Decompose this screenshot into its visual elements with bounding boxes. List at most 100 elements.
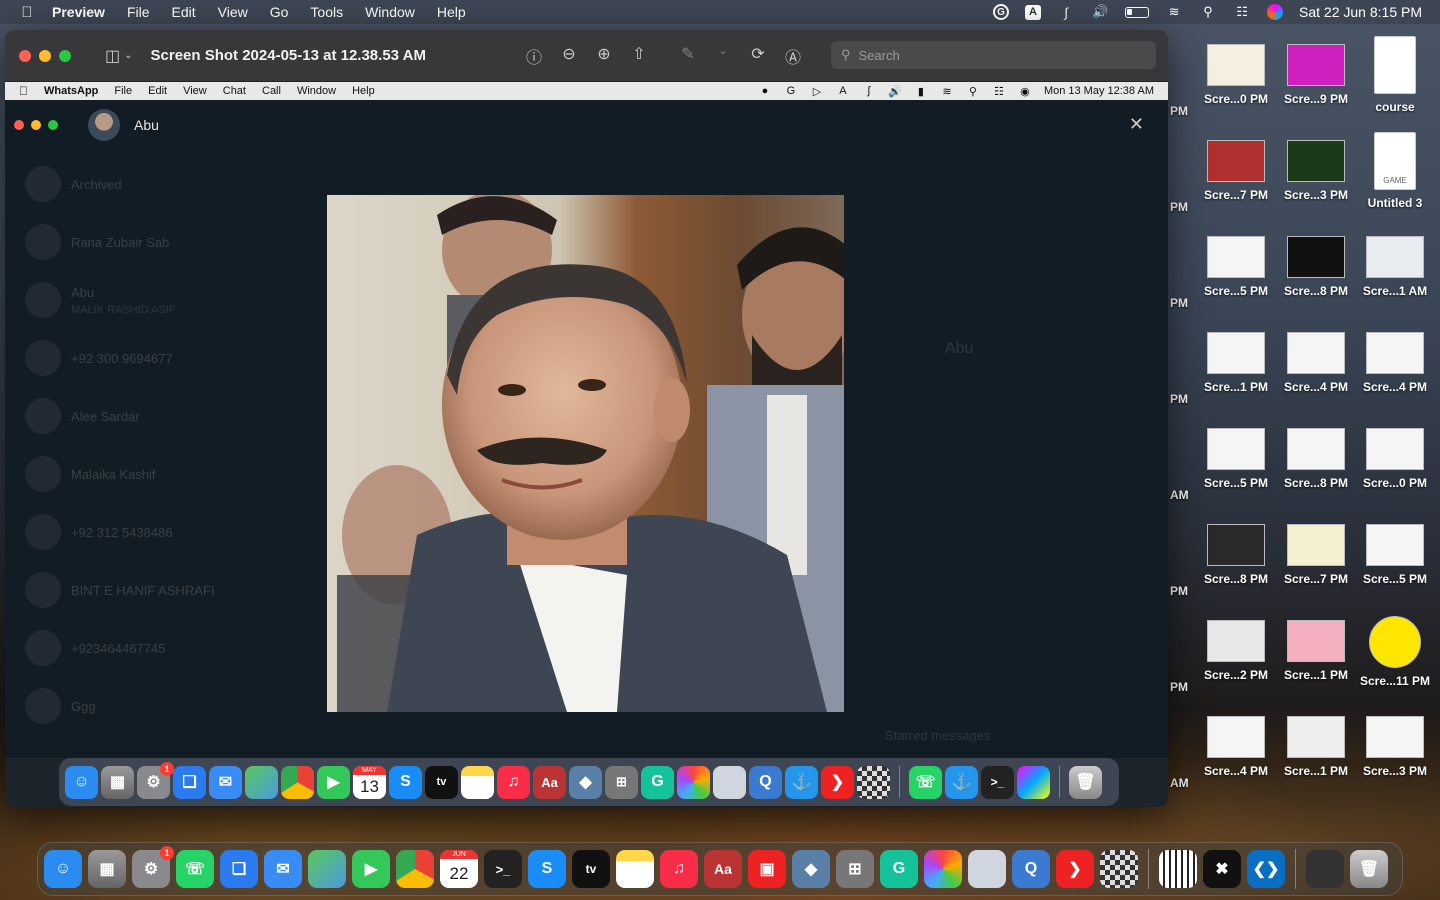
list-item: Ggg xyxy=(25,677,325,735)
partial-file-label[interactable]: PM xyxy=(1170,200,1188,214)
trash-icon[interactable]: 🗑 xyxy=(1350,850,1388,888)
desktop-file-icon[interactable]: Scre...7 PM xyxy=(1196,140,1276,202)
menu-help[interactable]: Help xyxy=(437,4,466,20)
markup-pen-icon[interactable]: ✎ xyxy=(679,44,697,68)
inner-menu-view: View xyxy=(174,85,207,97)
whatsapp-icon[interactable]: ☏ xyxy=(176,850,214,888)
desktop-file-icon[interactable]: Scre...8 PM xyxy=(1276,236,1356,298)
partial-file-label[interactable]: PM xyxy=(1170,584,1188,598)
safari-icon[interactable]: ❏ xyxy=(220,850,258,888)
desktop-file-icon[interactable]: course xyxy=(1355,36,1435,114)
desktop-file-icon[interactable]: Scre...5 PM xyxy=(1196,428,1276,490)
volume-icon[interactable]: 🔊 xyxy=(1091,4,1109,20)
partial-file-label[interactable]: PM xyxy=(1170,392,1188,406)
menu-go[interactable]: Go xyxy=(270,4,289,20)
battery-icon[interactable] xyxy=(1125,6,1150,18)
partial-file-label[interactable]: AM xyxy=(1170,776,1189,790)
finder-icon[interactable]: ☺ xyxy=(44,850,82,888)
partial-file-label[interactable]: PM xyxy=(1170,104,1188,118)
desktop-file-icon[interactable]: Scre...4 PM xyxy=(1276,332,1356,394)
file-label: Scre...5 PM xyxy=(1203,476,1269,490)
spotlight-search-icon[interactable]: ⚲ xyxy=(1199,4,1217,20)
desktop-file-icon[interactable]: Scre...1 PM xyxy=(1196,332,1276,394)
chrome-icon[interactable] xyxy=(396,850,434,888)
calendar-icon[interactable]: JUN 22 xyxy=(440,850,478,888)
anydesk-icon[interactable]: ❯ xyxy=(1056,850,1094,888)
chess-icon[interactable] xyxy=(1100,850,1138,888)
desktop-file-icon[interactable]: Scre...8 PM xyxy=(1196,524,1276,586)
terminal-icon[interactable]: >_ xyxy=(484,850,522,888)
postgres-icon[interactable]: ◆ xyxy=(792,850,830,888)
desktop-file-icon[interactable]: Scre...2 PM xyxy=(1196,620,1276,682)
desktop-file-icon[interactable]: Scre...3 PM xyxy=(1276,140,1356,202)
desktop-file-icon[interactable]: Scre...1 PM xyxy=(1276,620,1356,682)
grammarly-status-icon[interactable]: G xyxy=(993,4,1010,20)
list-item: +92 300 9694677 xyxy=(25,329,325,387)
apple-tv-icon[interactable]: tv xyxy=(572,850,610,888)
wifi-icon[interactable]: ≋ xyxy=(1165,4,1183,20)
desktop-file-icon[interactable]: Scre...0 PM xyxy=(1355,428,1435,490)
vscode-icon[interactable]: ❮❯ xyxy=(1247,850,1285,888)
desktop-file-icon[interactable]: Scre...5 PM xyxy=(1355,524,1435,586)
apple-menu-icon[interactable]:  xyxy=(16,4,38,21)
skype-icon[interactable]: S xyxy=(528,850,566,888)
close-window-button[interactable] xyxy=(19,49,31,62)
zoom-out-icon[interactable]: ⊖ xyxy=(560,44,578,68)
maps-icon[interactable] xyxy=(308,850,346,888)
sidebar-toggle-button[interactable]: ◫ ⌄ xyxy=(105,46,133,66)
info-icon[interactable]: ⓘ xyxy=(525,44,543,68)
photo-booth-icon[interactable]: ▣ xyxy=(748,850,786,888)
desktop-file-icon[interactable]: Scre...11 PM xyxy=(1355,616,1435,688)
fullscreen-window-button[interactable] xyxy=(59,49,71,62)
music-icon[interactable]: ♫ xyxy=(660,850,698,888)
menubar-clock[interactable]: Sat 22 Jun 8:15 PM xyxy=(1299,4,1422,20)
partial-file-label[interactable]: AM xyxy=(1170,488,1189,502)
dictionary-icon[interactable]: Aa xyxy=(704,850,742,888)
piano-icon[interactable] xyxy=(1159,850,1197,888)
notes-icon[interactable] xyxy=(616,850,654,888)
launchpad-icon[interactable]: ▦ xyxy=(88,850,126,888)
share-icon[interactable]: ⇧ xyxy=(630,44,648,68)
siri-icon[interactable] xyxy=(1267,4,1284,20)
desktop-file-icon[interactable]: Scre...4 PM xyxy=(1196,716,1276,778)
quicktime-icon[interactable]: Q xyxy=(1012,850,1050,888)
desktop-file-icon[interactable]: Scre...0 PM xyxy=(1196,44,1276,106)
desktop-file-icon[interactable]: GAME Untitled 3 xyxy=(1355,132,1435,210)
menu-file[interactable]: File xyxy=(127,4,150,20)
menu-edit[interactable]: Edit xyxy=(172,4,196,20)
input-source-icon[interactable]: A xyxy=(1025,4,1042,20)
downloads-stack-icon[interactable] xyxy=(1306,850,1344,888)
menu-view[interactable]: View xyxy=(218,4,248,20)
inner-apple-icon:  xyxy=(19,84,28,98)
zoom-in-icon[interactable]: ⊕ xyxy=(595,44,613,68)
desktop-file-icon[interactable]: Scre...7 PM xyxy=(1276,524,1356,586)
desktop-file-icon[interactable]: Scre...1 AM xyxy=(1355,236,1435,298)
menu-tools[interactable]: Tools xyxy=(310,4,343,20)
capcut-icon[interactable]: ✖ xyxy=(1203,850,1241,888)
desktop-file-icon[interactable]: Scre...9 PM xyxy=(1276,44,1356,106)
desktop-file-icon[interactable]: Scre...4 PM xyxy=(1355,332,1435,394)
bluetooth-icon[interactable]: ∫ xyxy=(1057,4,1075,20)
partial-file-label[interactable]: PM xyxy=(1170,296,1188,310)
facetime-icon[interactable]: ▶ xyxy=(352,850,390,888)
search-field[interactable]: ⚲ Search xyxy=(831,41,1156,69)
photos-icon[interactable] xyxy=(924,850,962,888)
annotate-icon[interactable]: Ⓐ xyxy=(784,44,802,68)
file-label: Scre...4 PM xyxy=(1203,764,1269,778)
desktop-file-icon[interactable]: Scre...3 PM xyxy=(1355,716,1435,778)
control-center-icon[interactable]: ☷ xyxy=(1233,4,1251,20)
menu-app-name[interactable]: Preview xyxy=(52,4,105,20)
calculator-icon[interactable]: ⊞ xyxy=(836,850,874,888)
desktop-file-icon[interactable]: Scre...5 PM xyxy=(1196,236,1276,298)
menu-window[interactable]: Window xyxy=(365,4,415,20)
mail-icon[interactable]: ✉ xyxy=(264,850,302,888)
desktop-file-icon[interactable]: Scre...8 PM xyxy=(1276,428,1356,490)
system-settings-icon[interactable]: ⚙ 1 xyxy=(132,846,174,888)
rotate-icon[interactable]: ⟳ xyxy=(749,44,767,68)
partial-file-label[interactable]: PM xyxy=(1170,680,1188,694)
markup-chevron-icon[interactable]: ⌄ xyxy=(714,44,732,68)
grammarly-icon[interactable]: G xyxy=(880,850,918,888)
desktop-file-icon[interactable]: Scre...1 PM xyxy=(1276,716,1356,778)
minimize-window-button[interactable] xyxy=(39,49,51,62)
preview-icon[interactable] xyxy=(968,850,1006,888)
